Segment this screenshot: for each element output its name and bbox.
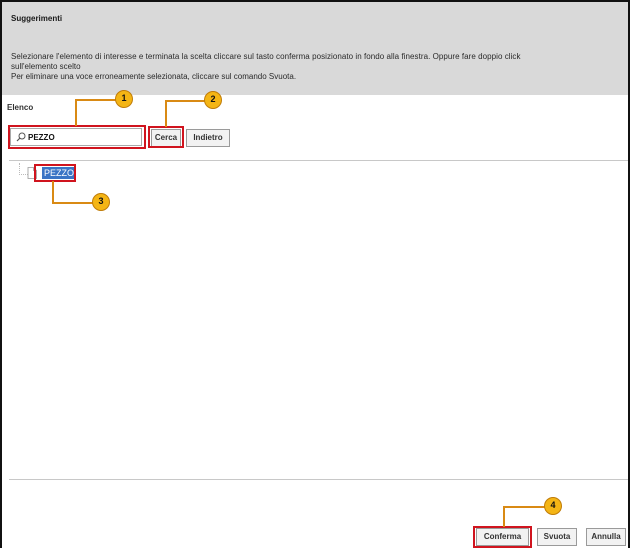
callout-leader: [52, 181, 54, 203]
callout-leader: [165, 100, 205, 102]
instruction-line: sull'elemento scelto: [11, 62, 81, 71]
cancel-button[interactable]: Annulla: [586, 528, 626, 546]
callout-leader: [75, 99, 116, 101]
dialog-title: Suggerimenti: [11, 14, 63, 23]
list-label: Elenco: [7, 103, 34, 112]
callout-leader: [165, 100, 167, 127]
callout-badge: 4: [544, 497, 562, 515]
confirm-button[interactable]: Conferma: [476, 528, 529, 546]
callout-badge: 1: [115, 90, 133, 108]
clear-button[interactable]: Svuota: [537, 528, 577, 546]
callout-leader: [52, 202, 93, 204]
highlight-box-search-input: [8, 125, 146, 149]
callout-leader: [75, 99, 77, 126]
highlight-box-tree-item: [34, 164, 76, 182]
callout-leader: [503, 506, 505, 527]
callout-badge: 2: [204, 91, 222, 109]
callout-leader: [503, 506, 545, 508]
highlight-box-search-button: [148, 126, 184, 148]
dialog-header: Suggerimenti Selezionare l'elemento di i…: [2, 0, 628, 95]
back-button[interactable]: Indietro: [186, 129, 230, 147]
instruction-line: Per eliminare una voce erroneamente sele…: [11, 72, 297, 81]
instruction-line: Selezionare l'elemento di interesse e te…: [11, 52, 521, 61]
callout-badge: 3: [92, 193, 110, 211]
